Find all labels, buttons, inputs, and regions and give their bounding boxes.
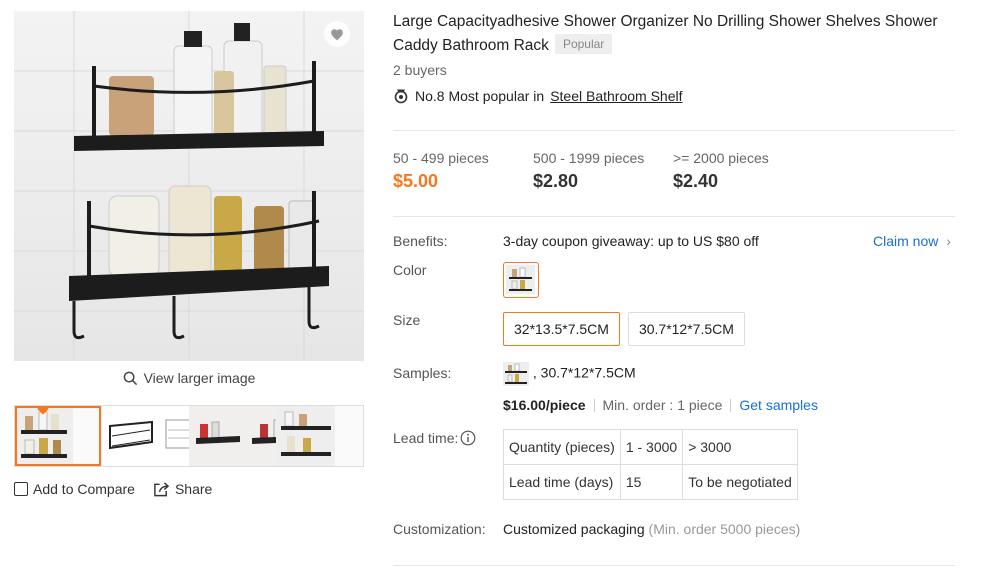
thumbnail-image	[102, 406, 189, 466]
lead-time-label-wrap: Lead time:	[393, 430, 476, 446]
shower-rack-photo	[14, 11, 364, 361]
magnifier-icon	[123, 371, 137, 385]
benefits-text: 3-day coupon giveaway: up to US $80 off	[503, 233, 759, 249]
price-tier-1: 50 - 499 pieces $5.00	[393, 150, 533, 192]
price-tiers: 50 - 499 pieces $5.00 500 - 1999 pieces …	[393, 150, 813, 192]
color-label: Color	[393, 262, 427, 278]
get-samples-link[interactable]: Get samples	[739, 397, 818, 413]
thumbnail-strip	[14, 405, 364, 467]
sample-variant: , 30.7*12*7.5CM	[503, 362, 636, 386]
info-icon[interactable]	[460, 430, 476, 446]
claim-now-label: Claim now	[873, 233, 939, 249]
tier-price: $2.80	[533, 171, 579, 191]
table-cell: 15	[619, 464, 684, 500]
size-option-1[interactable]: 32*13.5*7.5CM	[503, 312, 620, 346]
separator	[593, 399, 595, 412]
table-cell: 1 - 3000	[619, 429, 684, 465]
product-info: Large Capacityadhesive Shower Organizer …	[393, 10, 955, 104]
thumbnail-3[interactable]	[188, 406, 276, 466]
tier-quantity: >= 2000 pieces	[673, 150, 769, 166]
product-main-image[interactable]	[14, 11, 364, 361]
samples-label: Samples:	[393, 365, 452, 381]
table-cell: Lead time (days)	[503, 464, 621, 500]
product-title: Large Capacityadhesive Shower Organizer …	[393, 10, 955, 58]
chevron-right-icon: ›	[946, 233, 951, 249]
view-larger-image-link[interactable]: View larger image	[14, 370, 364, 386]
sample-thumbnail	[503, 362, 529, 386]
sample-price: $16.00/piece	[503, 397, 586, 413]
divider	[393, 130, 955, 131]
rank-prefix: No.8 Most popular in	[415, 88, 545, 104]
benefits-label: Benefits:	[393, 233, 448, 249]
table-row: Lead time (days) 15 To be negotiated	[503, 464, 798, 500]
add-to-compare[interactable]: Add to Compare	[14, 481, 135, 497]
favorite-button[interactable]	[324, 21, 350, 47]
lead-time-table: Quantity (pieces) 1 - 3000 > 3000 Lead t…	[503, 429, 798, 500]
add-to-compare-label: Add to Compare	[33, 481, 135, 497]
thumbnail-image	[15, 406, 73, 466]
table-cell: > 3000	[682, 429, 798, 465]
lead-time-label: Lead time:	[393, 430, 459, 446]
size-options: 32*13.5*7.5CM 30.7*12*7.5CM	[503, 312, 753, 346]
divider	[393, 216, 955, 217]
color-swatch-image	[506, 265, 535, 294]
rank-category-link[interactable]: Steel Bathroom Shelf	[550, 88, 682, 104]
product-title-text: Large Capacityadhesive Shower Organizer …	[393, 13, 938, 54]
sample-variant-text: , 30.7*12*7.5CM	[532, 364, 636, 381]
thumbnail-4[interactable]	[275, 406, 363, 466]
share-label: Share	[174, 481, 213, 497]
customization-value: Customized packaging (Min. order 5000 pi…	[503, 521, 800, 537]
customization-text: Customized packaging	[503, 521, 645, 537]
sample-price-line: $16.00/piece Min. order : 1 piece Get samp…	[503, 397, 818, 413]
thumbnail-1[interactable]	[15, 406, 102, 466]
tier-price: $5.00	[393, 171, 439, 191]
claim-now-link[interactable]: Claim now ›	[873, 233, 951, 249]
popularity-rank: No.8 Most popular in Steel Bathroom Shel…	[393, 88, 955, 104]
share-icon	[154, 482, 170, 497]
popular-badge: Popular	[554, 34, 613, 54]
heart-icon	[331, 28, 343, 40]
price-tier-3: >= 2000 pieces $2.40	[673, 150, 813, 192]
compare-checkbox[interactable]	[14, 482, 28, 496]
view-larger-label: View larger image	[143, 370, 256, 386]
buyers-count: 2 buyers	[393, 62, 447, 78]
divider	[393, 565, 955, 566]
share-button[interactable]: Share	[153, 481, 212, 497]
size-label: Size	[393, 312, 421, 328]
price-tier-2: 500 - 1999 pieces $2.80	[533, 150, 673, 192]
table-row: Quantity (pieces) 1 - 3000 > 3000	[503, 429, 798, 465]
thumbnail-2[interactable]	[101, 406, 189, 466]
customization-note: (Min. order 5000 pieces)	[648, 521, 801, 537]
sample-min-order: Min. order : 1 piece	[602, 397, 723, 413]
tier-price: $2.40	[673, 171, 719, 191]
table-cell: Quantity (pieces)	[503, 429, 621, 465]
customization-label: Customization:	[393, 521, 486, 537]
tier-quantity: 50 - 499 pieces	[393, 150, 489, 166]
gallery-actions: Add to Compare Share	[14, 481, 212, 497]
size-option-2[interactable]: 30.7*12*7.5CM	[627, 312, 745, 346]
rank-medal-icon	[394, 89, 408, 104]
tier-quantity: 500 - 1999 pieces	[533, 150, 645, 166]
table-cell: To be negotiated	[682, 464, 798, 500]
thumbnail-image	[189, 406, 276, 466]
separator	[730, 399, 732, 412]
thumbnail-image	[276, 406, 335, 466]
color-swatch[interactable]	[503, 262, 539, 298]
